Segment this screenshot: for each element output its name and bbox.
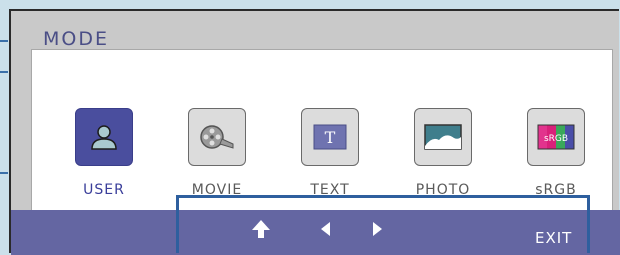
callout-line <box>0 172 8 174</box>
movie-mode-tile[interactable] <box>188 108 246 166</box>
photo-mode-tile[interactable] <box>414 108 472 166</box>
callout-line <box>0 40 8 42</box>
srgb-color-bars-icon: sRGB <box>537 124 575 150</box>
srgb-icon-text: sRGB <box>544 134 568 144</box>
right-arrow-icon[interactable] <box>371 218 385 244</box>
exit-button[interactable]: EXIT <box>535 229 572 247</box>
film-reel-icon <box>200 125 234 149</box>
up-arrow-icon[interactable] <box>250 218 272 244</box>
mode-panel: USER MOVIE T TEXT PHOTO sRGB sRGB <box>31 49 613 211</box>
user-icon <box>91 125 117 150</box>
user-mode-tile[interactable] <box>75 108 133 166</box>
text-mode-tile[interactable]: T <box>301 108 359 166</box>
landscape-photo-icon <box>424 124 462 150</box>
text-t-icon: T <box>313 124 347 150</box>
callout-line <box>0 71 8 73</box>
mode-label: USER <box>83 182 125 198</box>
svg-text:T: T <box>325 128 336 147</box>
left-arrow-icon[interactable] <box>318 218 332 244</box>
mode-list: USER MOVIE T TEXT PHOTO sRGB sRGB <box>32 108 614 208</box>
srgb-mode-tile[interactable]: sRGB <box>527 108 585 166</box>
menu-title: MODE <box>43 28 109 50</box>
